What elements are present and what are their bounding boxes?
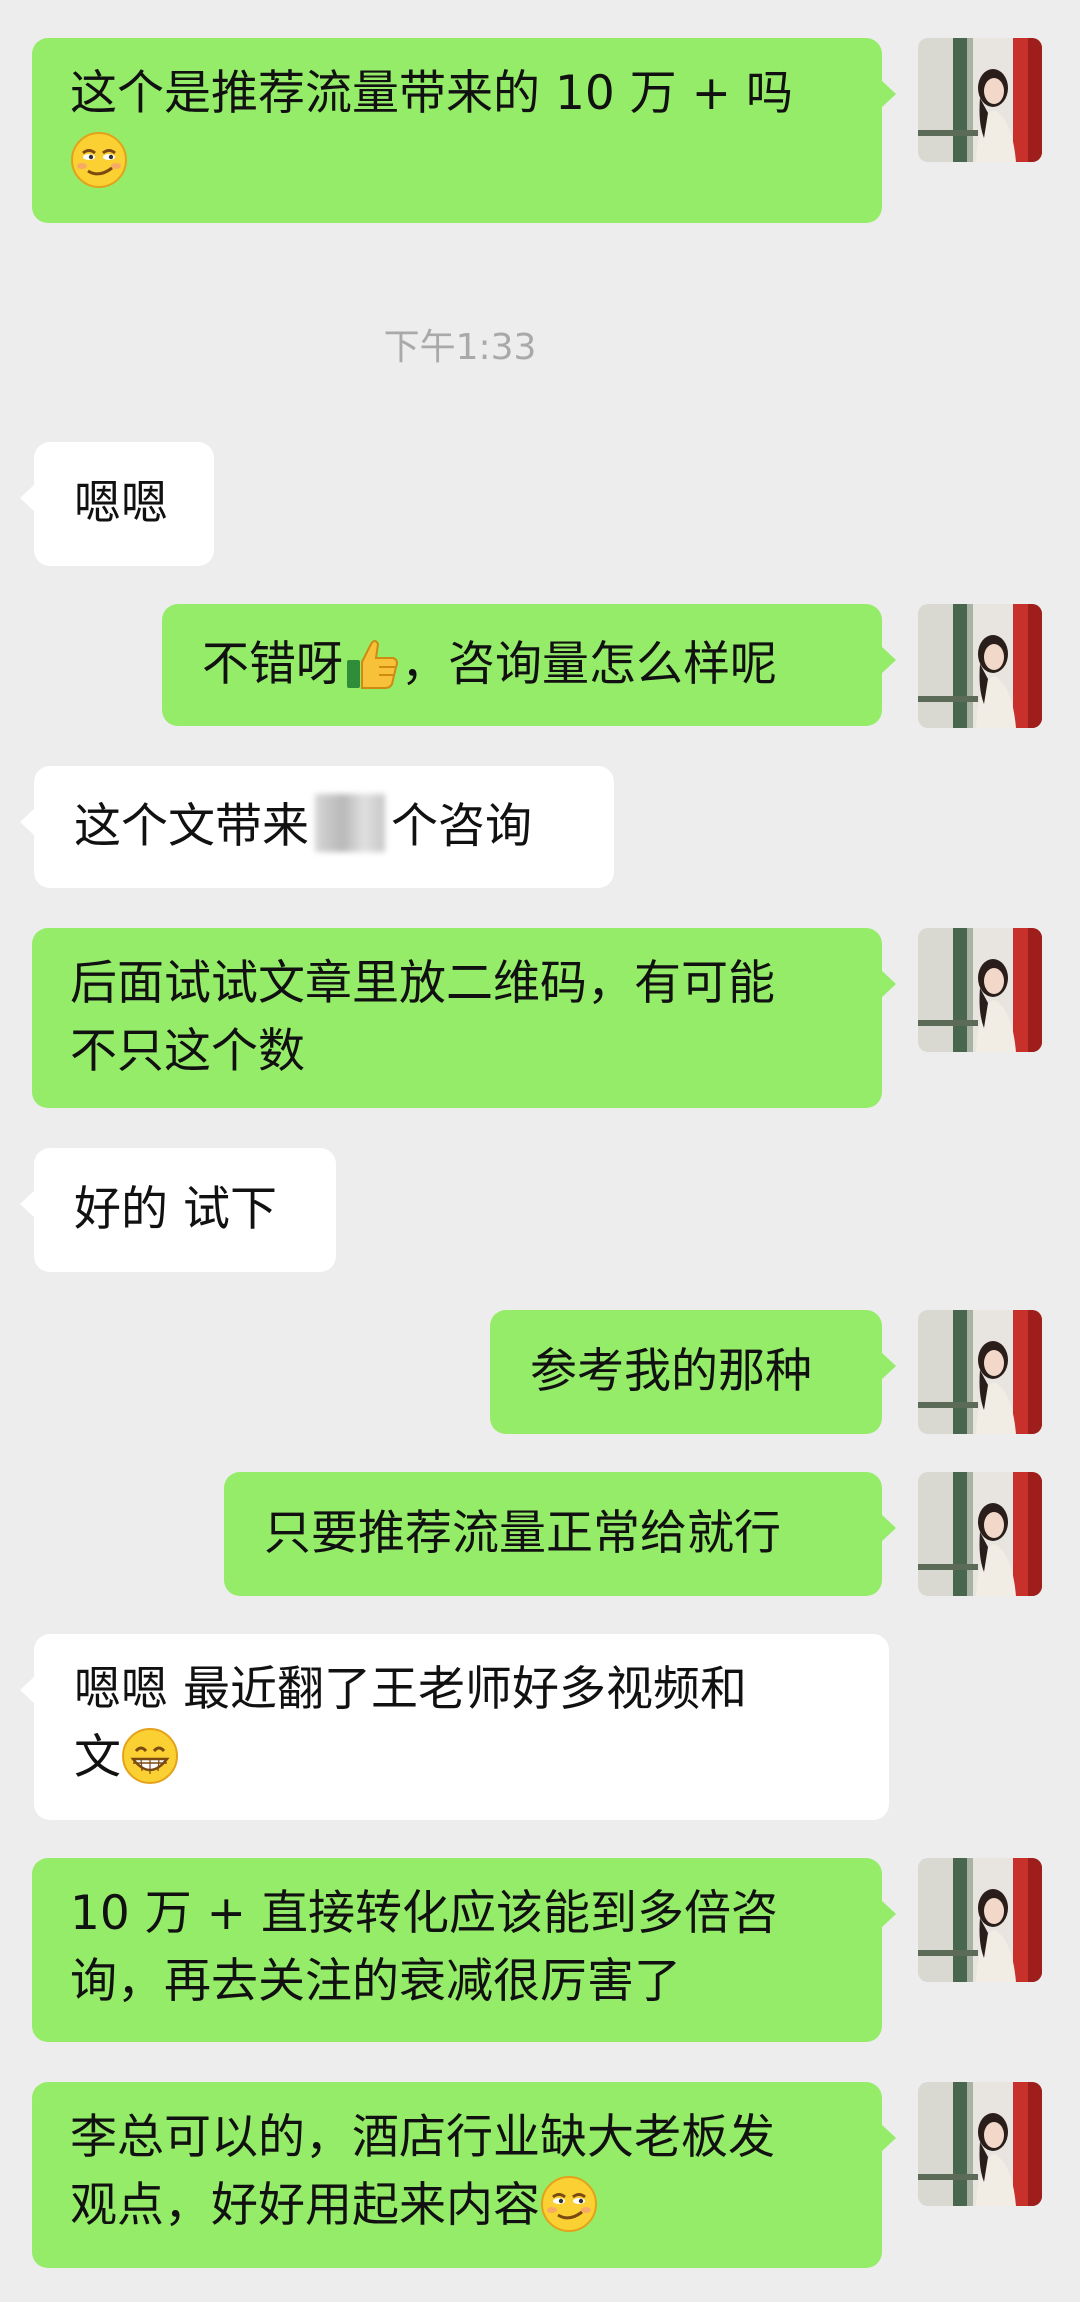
- message-text: 不错呀: [202, 637, 343, 692]
- avatar[interactable]: [918, 1310, 1042, 1434]
- message-text: 文: [74, 1730, 121, 1785]
- message-bubble-incoming[interactable]: 嗯嗯: [20, 442, 214, 566]
- message-text: 个咨询: [391, 799, 532, 854]
- message-text: 这个文带来: [74, 799, 309, 854]
- message-text: ，咨询量怎么样呢: [401, 637, 777, 692]
- avatar[interactable]: [918, 1858, 1042, 1982]
- grin-emoji-icon: [121, 1727, 179, 1785]
- message-text: 不只这个数: [70, 1024, 305, 1079]
- message-text: 参考我的那种: [530, 1344, 812, 1399]
- smirk-emoji-icon: [70, 131, 128, 189]
- message-bubble-incoming[interactable]: 好的 试下: [20, 1148, 336, 1272]
- thumbs-up-emoji-icon: [343, 634, 401, 692]
- message-bubble-outgoing[interactable]: 李总可以的，酒店行业缺大老板发 观点，好好用起来内容: [32, 2082, 896, 2268]
- message-bubble-incoming[interactable]: 这个文带来 个咨询: [20, 766, 614, 888]
- message-bubble-incoming[interactable]: 嗯嗯 最近翻了王老师好多视频和 文: [20, 1634, 889, 1820]
- message-text: 嗯嗯 最近翻了王老师好多视频和: [74, 1662, 747, 1717]
- message-bubble-outgoing[interactable]: 这个是推荐流量带来的 10 万 + 吗: [32, 38, 896, 223]
- message-bubble-outgoing[interactable]: 参考我的那种: [490, 1310, 896, 1434]
- redacted-mark: [315, 794, 385, 852]
- message-bubble-outgoing[interactable]: 10 万 + 直接转化应该能到多倍咨 询，再去关注的衰减很厉害了: [32, 1858, 896, 2042]
- message-text: 只要推荐流量正常给就行: [264, 1506, 781, 1561]
- avatar[interactable]: [918, 2082, 1042, 2206]
- message-text: 好的 试下: [74, 1182, 277, 1237]
- message-bubble-outgoing[interactable]: 后面试试文章里放二维码，有可能 不只这个数: [32, 928, 896, 1108]
- message-text: 这个是推荐流量带来的 10 万 + 吗: [70, 66, 793, 121]
- avatar[interactable]: [918, 1472, 1042, 1596]
- avatar[interactable]: [918, 38, 1042, 162]
- message-text: 后面试试文章里放二维码，有可能: [70, 956, 775, 1011]
- smirk-emoji-icon: [540, 2175, 598, 2233]
- avatar[interactable]: [918, 928, 1042, 1052]
- chat-area[interactable]: 这个是推荐流量带来的 10 万 + 吗 下午1:33 嗯嗯 不错呀 ，咨询量怎么样…: [0, 0, 1080, 2302]
- avatar[interactable]: [918, 604, 1042, 728]
- timestamp: 下午1:33: [383, 327, 537, 368]
- message-text: 嗯嗯: [74, 476, 168, 531]
- message-text: 询，再去关注的衰减很厉害了: [70, 1954, 681, 2009]
- message-bubble-outgoing[interactable]: 只要推荐流量正常给就行: [224, 1472, 896, 1596]
- message-text: 10 万 + 直接转化应该能到多倍咨: [70, 1886, 779, 1941]
- message-text: 李总可以的，酒店行业缺大老板发: [70, 2110, 775, 2165]
- message-text: 观点，好好用起来内容: [70, 2178, 540, 2233]
- message-bubble-outgoing[interactable]: 不错呀 ，咨询量怎么样呢: [162, 604, 896, 726]
